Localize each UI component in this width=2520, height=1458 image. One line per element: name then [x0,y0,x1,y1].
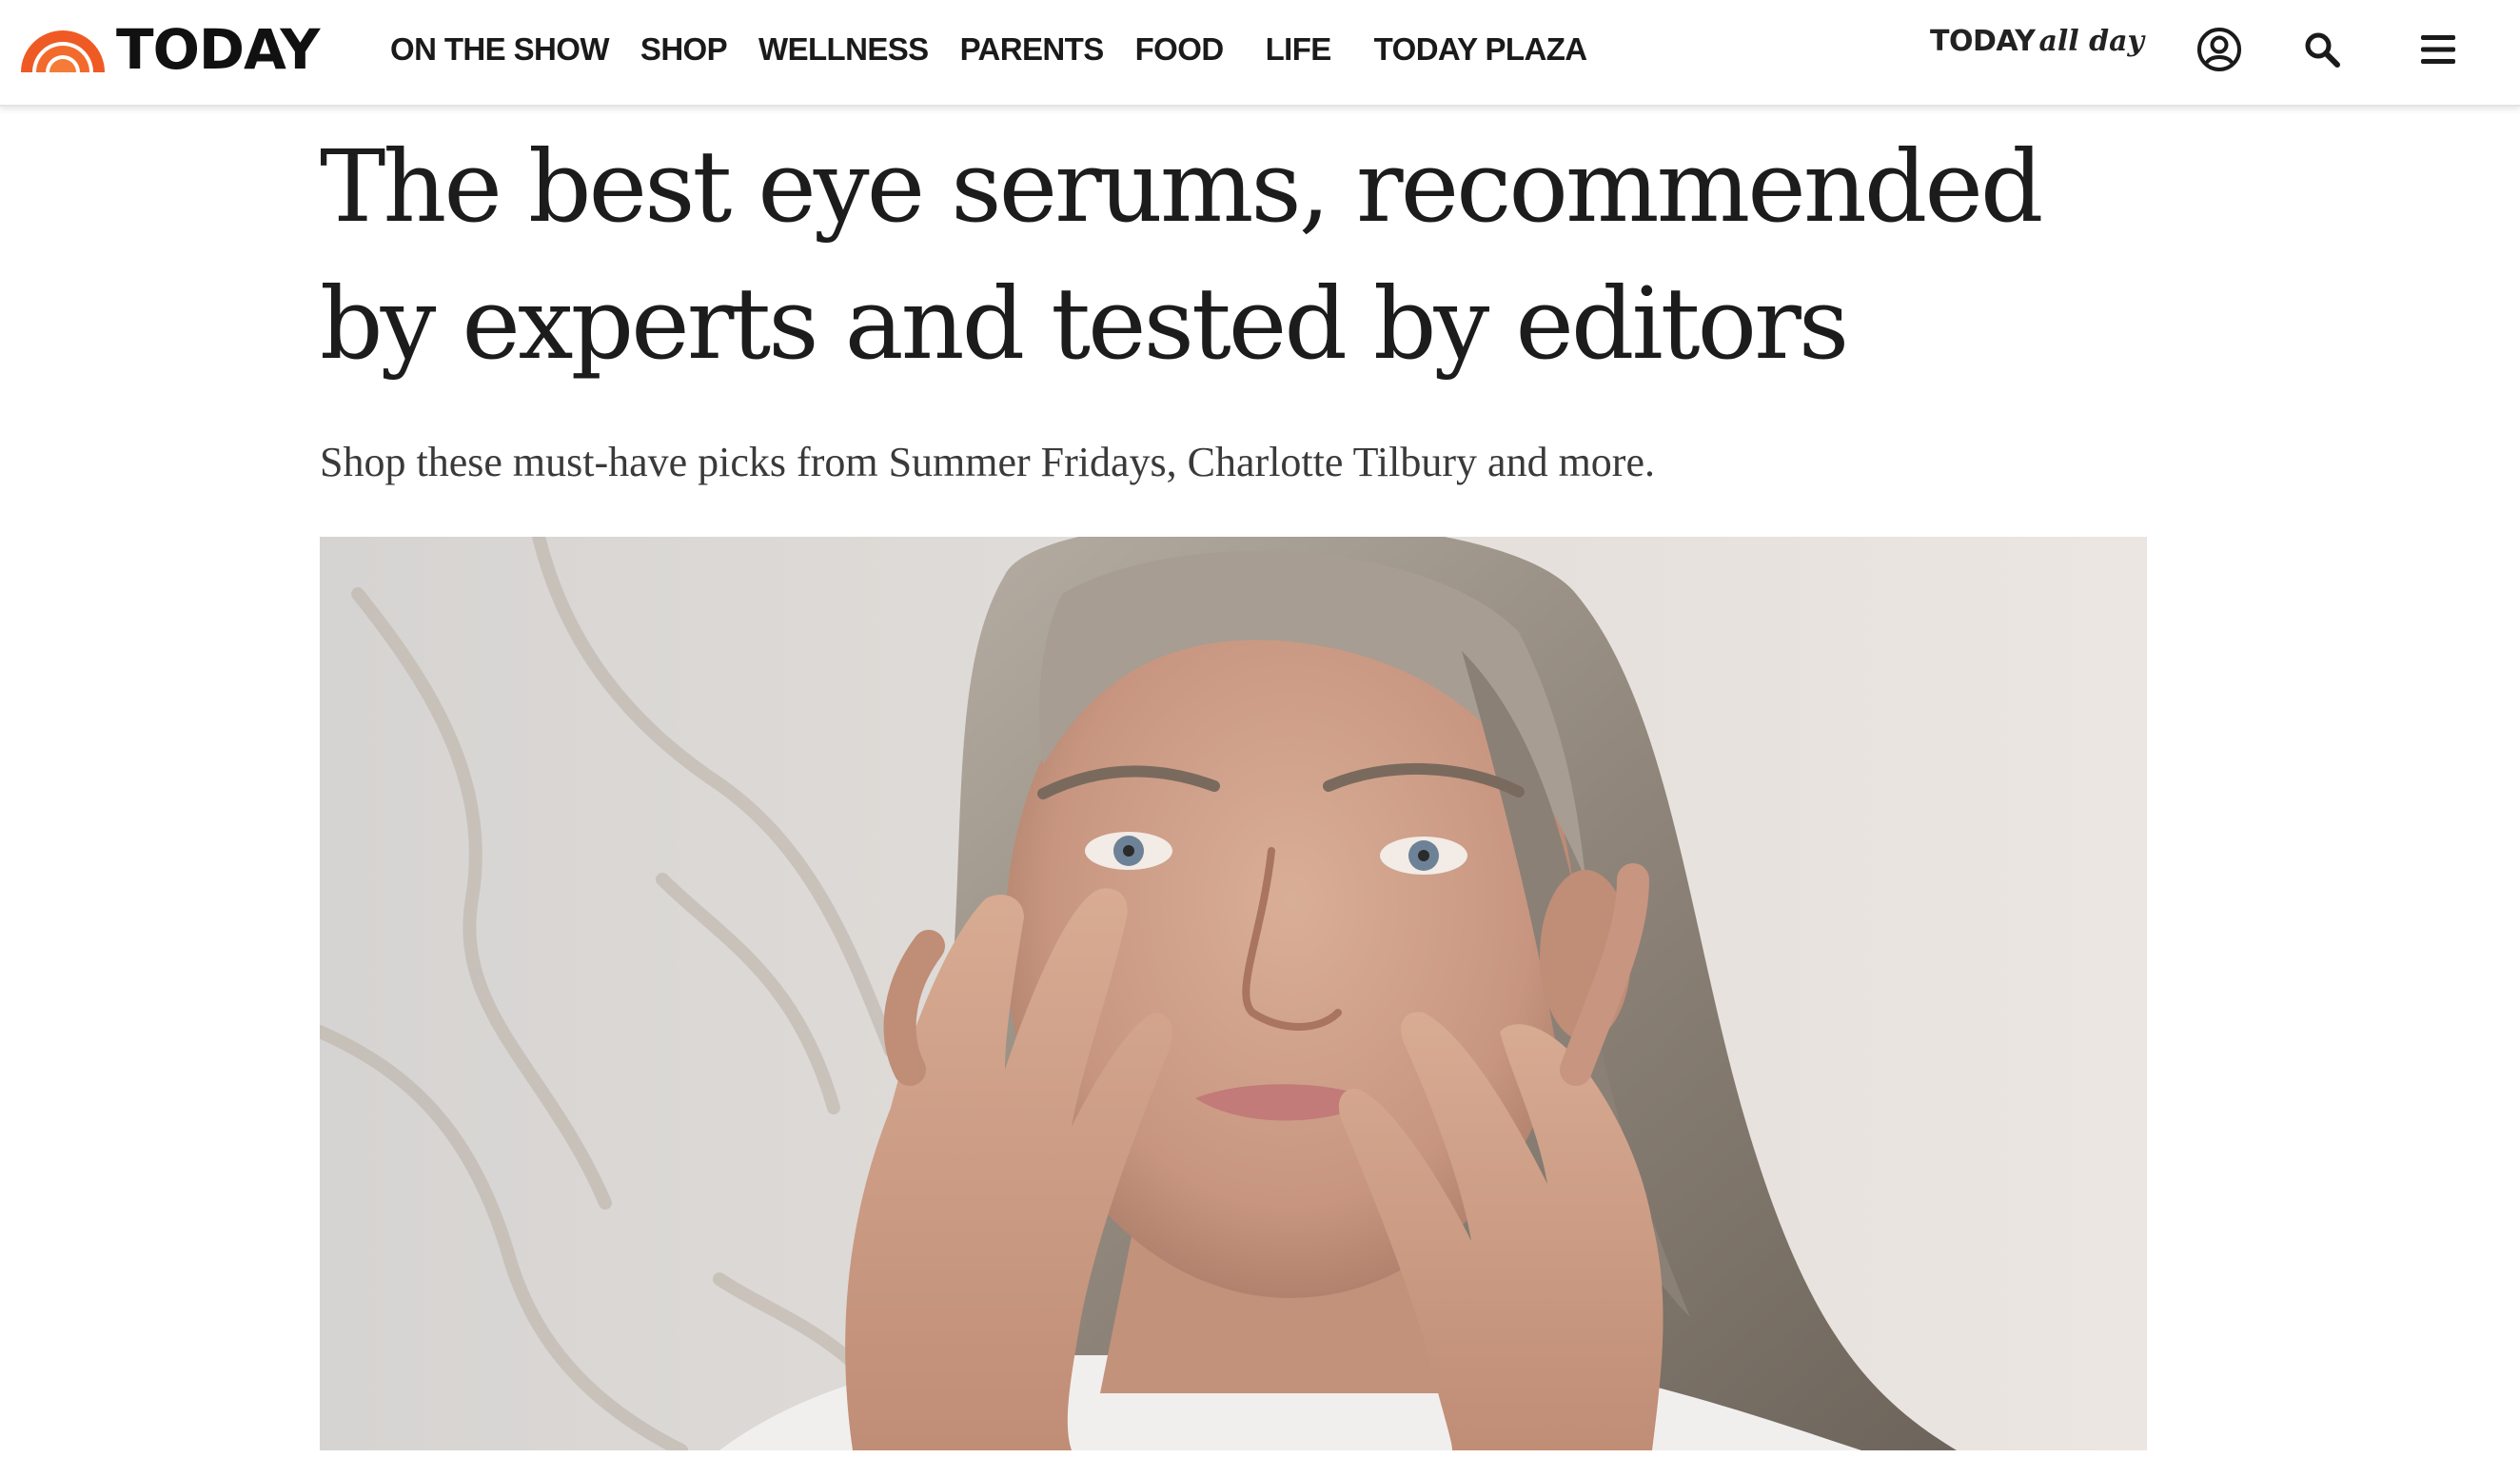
article-headline: The best eye serums, recommended by expe… [320,128,2044,382]
nav-item-life[interactable]: LIFE [1266,31,1332,68]
allday-script: all day [2038,25,2144,58]
site-header: TODAY ON THE SHOW SHOP WELLNESS PARENTS … [0,0,2520,107]
article: The best eye serums, recommended by expe… [320,107,2147,491]
article-dek: Shop these must-have picks from Summer F… [320,439,1655,485]
allday-word: TODAY [1930,25,2036,58]
user-icon [2197,28,2241,71]
nav-item-shop[interactable]: SHOP [640,31,728,68]
nav-item-food[interactable]: FOOD [1135,31,1225,68]
main-nav: ON THE SHOW SHOP WELLNESS PARENTS FOOD L… [390,0,1619,99]
woman-applying-eye-serum-photo [320,537,2147,1450]
nav-item-today-plaza[interactable]: TODAY PLAZA [1374,31,1587,68]
logo-wordmark: TODAY [116,17,320,82]
menu-button[interactable] [2412,23,2465,76]
nav-item-on-the-show[interactable]: ON THE SHOW [390,31,610,68]
hero-image [320,537,2147,1450]
nav-item-wellness[interactable]: WELLNESS [758,31,929,68]
menu-icon [2421,35,2455,64]
nav-item-parents[interactable]: PARENTS [960,31,1105,68]
rainbow-logo-icon [21,30,105,72]
search-icon [2305,32,2340,68]
today-logo[interactable]: TODAY [17,17,320,82]
today-all-day-link[interactable]: TODAY all day [1930,25,2144,72]
search-button[interactable] [2295,23,2349,76]
account-button[interactable] [2193,23,2246,76]
